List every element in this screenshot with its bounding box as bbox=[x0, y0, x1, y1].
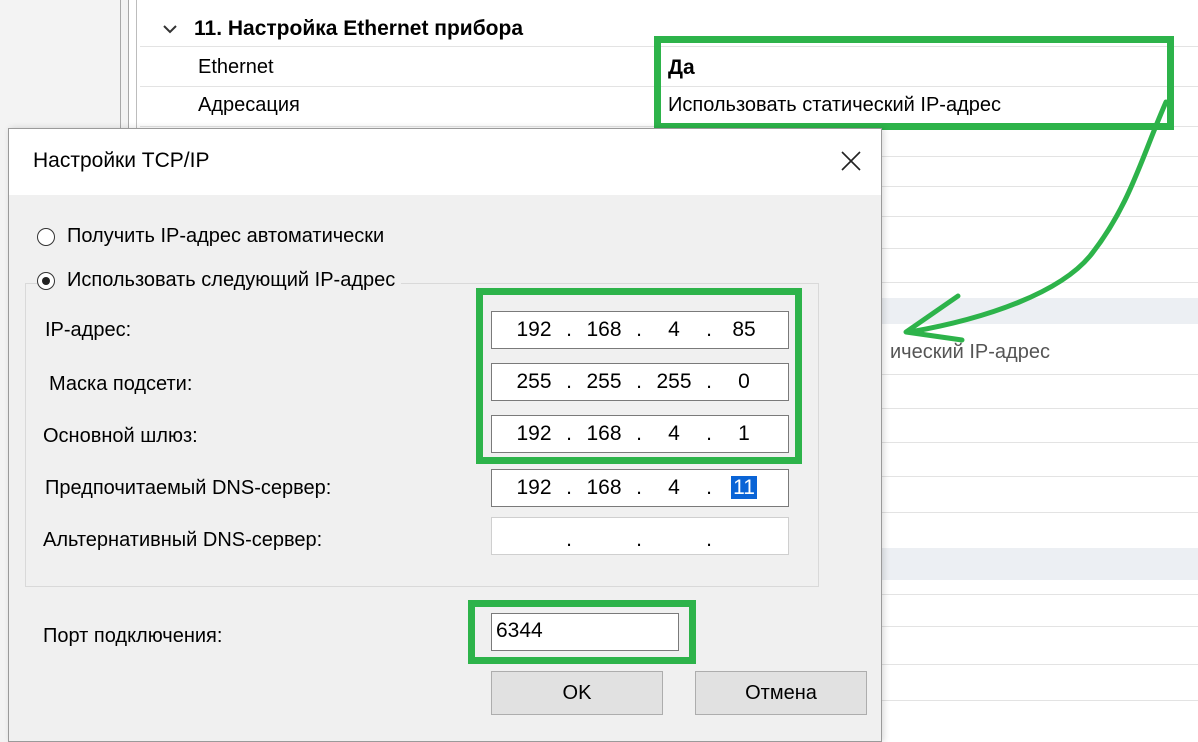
octet-separator: . bbox=[566, 528, 572, 551]
octet-separator: . bbox=[566, 476, 572, 499]
alternate-dns-field[interactable]: . . . bbox=[491, 517, 789, 555]
left-splitter-2 bbox=[128, 0, 129, 130]
radio-auto-ip[interactable]: Получить IP-адрес автоматически bbox=[37, 225, 384, 248]
dns-pref-octet-4-selected: 11 bbox=[731, 476, 757, 499]
radio-manual-ip[interactable]: Использовать следующий IP-адрес bbox=[37, 269, 402, 292]
left-splitter bbox=[120, 0, 121, 130]
gateway-label: Основной шлюз: bbox=[43, 425, 198, 447]
radio-manual-ip-button[interactable] bbox=[37, 271, 55, 290]
port-label: Порт подключения: bbox=[43, 625, 223, 647]
octet-separator: . bbox=[636, 528, 642, 551]
dns-pref-octet-1[interactable]: 192 bbox=[504, 476, 564, 500]
dialog-title: Настройки TCP/IP bbox=[33, 149, 210, 172]
ok-button[interactable]: OK bbox=[491, 671, 663, 715]
prop-name-addressing: Адресация bbox=[198, 94, 300, 116]
radio-auto-ip-button[interactable] bbox=[37, 227, 55, 246]
dns-pref-octet-3[interactable]: 4 bbox=[644, 476, 704, 500]
chevron-down-icon[interactable] bbox=[160, 19, 180, 39]
octet-separator: . bbox=[636, 476, 642, 499]
section-title: 11. Настройка Ethernet прибора bbox=[194, 17, 524, 40]
highlight-box-ip bbox=[476, 288, 802, 464]
highlight-box-port bbox=[468, 600, 696, 664]
close-icon[interactable] bbox=[840, 150, 862, 172]
dns-alt-label: Альтернативный DNS-сервер: bbox=[43, 529, 323, 551]
radio-auto-ip-label: Получить IP-адрес автоматически bbox=[67, 225, 385, 247]
dns-pref-octet-2[interactable]: 168 bbox=[574, 476, 634, 500]
mask-label: Маска подсети: bbox=[49, 373, 193, 395]
preferred-dns-field[interactable]: 192 . 168 . 4 . 11 bbox=[491, 469, 789, 507]
arrow-annotation bbox=[903, 99, 1169, 343]
grid-band bbox=[880, 548, 1198, 580]
prop-name-ethernet: Ethernet bbox=[198, 56, 274, 78]
dialog-titlebar: Настройки TCP/IP bbox=[9, 129, 881, 195]
close-button[interactable] bbox=[833, 143, 869, 179]
dns-pref-label: Предпочитаемый DNS-сервер: bbox=[45, 477, 332, 499]
octet-separator: . bbox=[706, 528, 712, 551]
ip-label: IP-адрес: bbox=[45, 319, 132, 341]
radio-manual-ip-label: Использовать следующий IP-адрес bbox=[67, 269, 396, 291]
octet-separator: . bbox=[706, 476, 712, 499]
section-header[interactable]: 11. Настройка Ethernet прибора bbox=[160, 14, 523, 44]
dns-pref-octet-4[interactable]: 11 bbox=[714, 476, 774, 500]
cancel-button[interactable]: Отмена bbox=[695, 671, 867, 715]
